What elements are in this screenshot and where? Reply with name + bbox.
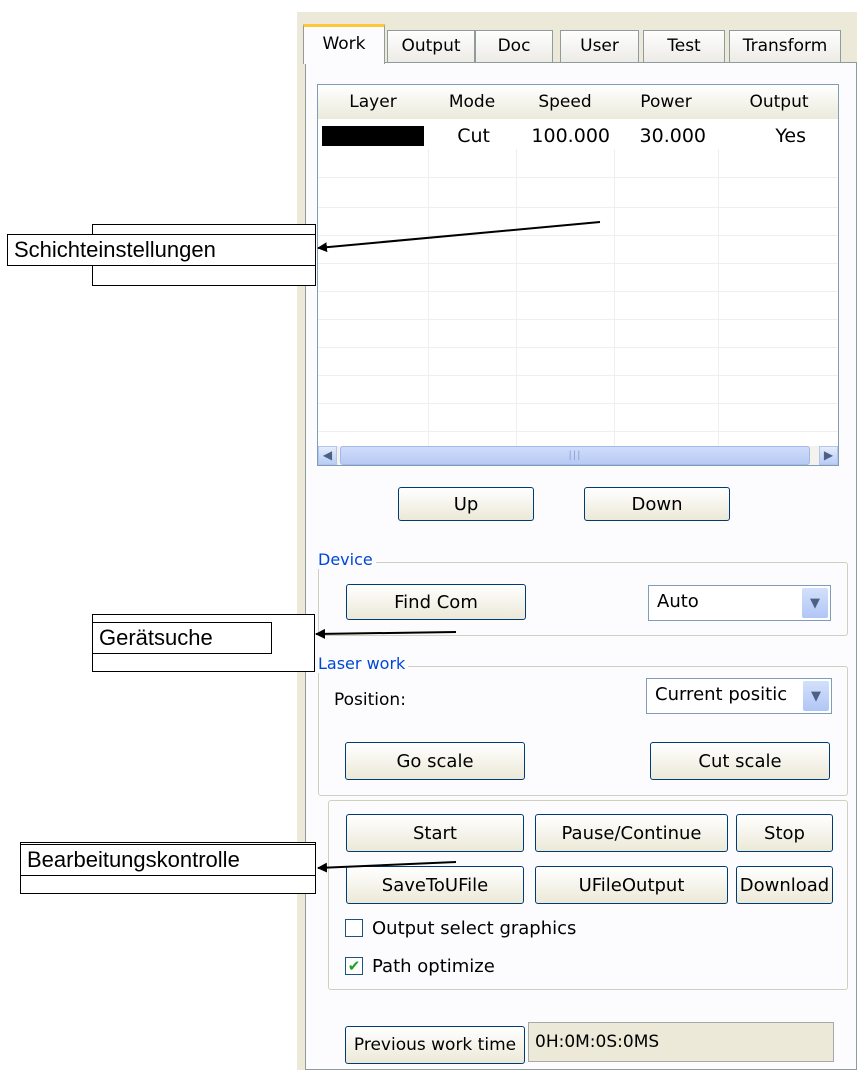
ufile-output-button[interactable]: UFileOutput xyxy=(535,866,728,904)
grid-line xyxy=(318,403,838,404)
grid-line xyxy=(718,149,719,449)
layer-down-button[interactable]: Down xyxy=(584,487,730,521)
grid-line xyxy=(318,263,838,264)
grid-line xyxy=(318,431,838,432)
chevron-down-icon[interactable]: ▼ xyxy=(802,588,828,618)
grid-line xyxy=(516,149,517,449)
find-com-button[interactable]: Find Com xyxy=(346,584,526,620)
tab-output[interactable]: Output xyxy=(387,30,475,62)
path-optimize-checkbox[interactable]: ✔ xyxy=(345,957,363,975)
grid-line xyxy=(318,235,838,236)
path-optimize-label: Path optimize xyxy=(372,956,495,977)
callout-process-control: Bearbeitungskontrolle xyxy=(20,844,316,876)
grid-line xyxy=(318,319,838,320)
tab-user[interactable]: User xyxy=(560,30,639,62)
grid-line xyxy=(318,375,838,376)
port-select[interactable]: Auto ▼ xyxy=(648,585,831,621)
output-select-graphics-checkbox[interactable] xyxy=(345,919,363,937)
stop-button[interactable]: Stop xyxy=(736,814,833,852)
layer-color-swatch xyxy=(322,126,424,146)
go-scale-button[interactable]: Go scale xyxy=(345,742,525,780)
grid-line xyxy=(318,177,838,178)
download-button[interactable]: Download xyxy=(736,866,833,904)
position-label: Position: xyxy=(334,690,406,710)
grid-line xyxy=(614,149,615,449)
layer-list[interactable]: Layer Mode Speed Power Output Cut 100.00… xyxy=(317,84,839,466)
start-button[interactable]: Start xyxy=(346,814,524,852)
column-header-speed[interactable]: Speed xyxy=(516,85,615,119)
cell-power: 30.000 xyxy=(639,125,706,147)
grid-line xyxy=(318,347,838,348)
scroll-left-icon[interactable]: ◀ xyxy=(318,446,337,465)
tab-doc[interactable]: Doc xyxy=(475,30,553,62)
pause-continue-button[interactable]: Pause/Continue xyxy=(535,814,728,852)
column-header-output[interactable]: Output xyxy=(718,85,838,119)
grid-line xyxy=(318,207,838,208)
cell-mode: Cut xyxy=(457,125,490,147)
cut-scale-button[interactable]: Cut scale xyxy=(650,742,830,780)
previous-work-time-button[interactable]: Previous work time xyxy=(345,1026,525,1064)
scroll-right-icon[interactable]: ▶ xyxy=(819,446,838,465)
column-header-layer[interactable]: Layer xyxy=(318,85,429,119)
column-header-power[interactable]: Power xyxy=(614,85,719,119)
horizontal-scrollbar[interactable]: ◀ ||| ▶ xyxy=(318,446,838,465)
work-time-readout: 0H:0M:0S:0MS xyxy=(528,1022,834,1062)
cell-speed: 100.000 xyxy=(531,125,610,147)
grid-line xyxy=(428,149,429,449)
output-select-graphics-label: Output select graphics xyxy=(372,918,577,939)
position-select-value: Current positic xyxy=(655,684,788,705)
tab-transform[interactable]: Transform xyxy=(729,30,841,62)
laser-work-legend: Laser work xyxy=(315,654,409,673)
tab-test[interactable]: Test xyxy=(643,30,725,62)
cell-output: Yes xyxy=(775,125,806,147)
layer-up-button[interactable]: Up xyxy=(398,487,534,521)
callout-layer-settings: Schichteinstellungen xyxy=(7,234,316,266)
callout-device-search: Gerätsuche xyxy=(92,622,272,654)
scrollbar-thumb[interactable]: ||| xyxy=(340,446,810,465)
grid-line xyxy=(318,291,838,292)
tab-work[interactable]: Work xyxy=(303,24,385,64)
save-to-ufile-button[interactable]: SaveToUFile xyxy=(346,866,524,904)
device-legend: Device xyxy=(315,550,376,569)
position-select[interactable]: Current positic ▼ xyxy=(646,678,832,714)
column-header-mode[interactable]: Mode xyxy=(428,85,517,119)
chevron-down-icon[interactable]: ▼ xyxy=(803,681,829,711)
port-select-value: Auto xyxy=(657,591,699,612)
